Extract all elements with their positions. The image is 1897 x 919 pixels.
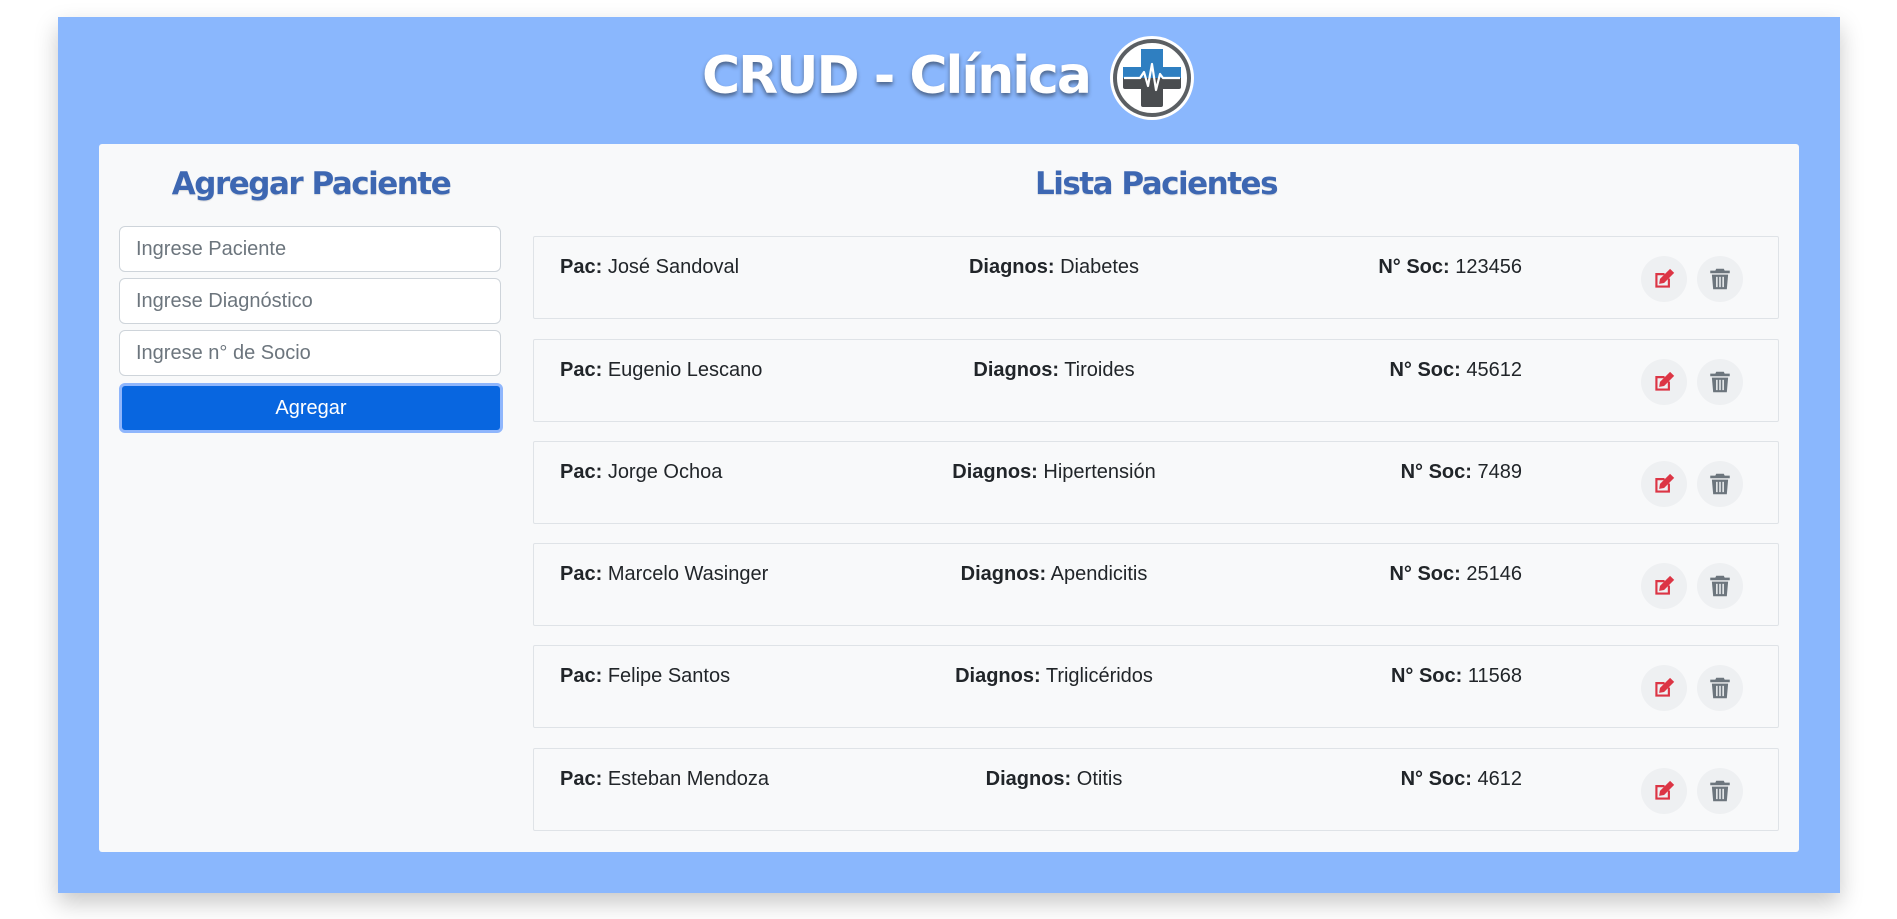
- patient-name: Jorge Ochoa: [607, 461, 723, 483]
- trash-icon: [1710, 575, 1730, 597]
- patient-input[interactable]: [119, 226, 501, 272]
- form-title: Agregar Paciente: [171, 166, 452, 202]
- edit-icon: [1655, 473, 1675, 493]
- member-number-cell: N° Soc: 4612: [1401, 768, 1522, 791]
- member-number: 7489: [1477, 461, 1523, 483]
- delete-button[interactable]: [1697, 461, 1743, 507]
- delete-button[interactable]: [1697, 256, 1743, 302]
- patient-name: José Sandoval: [607, 256, 740, 278]
- diagnosis-value: Tiroides: [1064, 359, 1135, 381]
- header: CRUD - Clínica: [58, 17, 1840, 144]
- edit-button[interactable]: [1641, 563, 1687, 609]
- diagnosis-cell: Diagnos: Diabetes: [969, 256, 1139, 279]
- edit-icon: [1655, 371, 1675, 391]
- trash-icon: [1710, 677, 1730, 699]
- patient-label: Pac:: [560, 768, 603, 790]
- diagnosis-cell: Diagnos: Otitis: [986, 768, 1123, 791]
- patient-label: Pac:: [560, 665, 603, 687]
- diagnosis-cell: Diagnos: Triglicéridos: [955, 665, 1153, 688]
- member-number: 123456: [1455, 256, 1522, 278]
- member-label: N° Soc:: [1378, 256, 1450, 278]
- member-number: 25146: [1466, 563, 1522, 585]
- edit-button[interactable]: [1641, 461, 1687, 507]
- patient-row: Pac: Esteban Mendoza Diagnos: Otitis N° …: [533, 748, 1779, 831]
- diagnosis-label: Diagnos:: [985, 768, 1072, 790]
- delete-button[interactable]: [1697, 665, 1743, 711]
- patient-label: Pac:: [560, 359, 603, 381]
- member-label: N° Soc:: [1389, 563, 1461, 585]
- member-number-cell: N° Soc: 123456: [1378, 256, 1522, 279]
- member-number-input[interactable]: [119, 330, 501, 376]
- patient-name-cell: Pac: Jorge Ochoa: [560, 461, 722, 484]
- trash-icon: [1710, 268, 1730, 290]
- member-number-cell: N° Soc: 45612: [1389, 359, 1522, 382]
- delete-button[interactable]: [1697, 563, 1743, 609]
- patient-row: Pac: Felipe Santos Diagnos: Triglicérido…: [533, 645, 1779, 728]
- patient-name-cell: Pac: Felipe Santos: [560, 665, 730, 688]
- patient-row: Pac: Jorge Ochoa Diagnos: Hipertensión N…: [533, 441, 1779, 524]
- diagnosis-label: Diagnos:: [973, 359, 1059, 381]
- edit-icon: [1655, 575, 1675, 595]
- member-number-cell: N° Soc: 11568: [1391, 665, 1522, 688]
- app-container: CRUD - Clínica Agregar Paciente Agregar …: [58, 17, 1840, 893]
- edit-button[interactable]: [1641, 256, 1687, 302]
- edit-button[interactable]: [1641, 768, 1687, 814]
- edit-icon: [1655, 677, 1675, 697]
- trash-icon: [1710, 371, 1730, 393]
- patient-row: Pac: José Sandoval Diagnos: Diabetes N° …: [533, 236, 1779, 319]
- patient-name: Felipe Santos: [607, 665, 731, 687]
- patient-name: Marcelo Wasinger: [607, 563, 769, 585]
- diagnosis-label: Diagnos:: [952, 461, 1038, 483]
- diagnosis-cell: Diagnos: Tiroides: [973, 359, 1134, 382]
- patient-label: Pac:: [560, 461, 603, 483]
- member-number: 4612: [1477, 768, 1523, 790]
- trash-icon: [1710, 780, 1730, 802]
- diagnosis-label: Diagnos:: [960, 563, 1047, 585]
- patient-row: Pac: Marcelo Wasinger Diagnos: Apendicit…: [533, 543, 1779, 626]
- member-number: 11568: [1467, 665, 1522, 687]
- member-number-cell: N° Soc: 7489: [1401, 461, 1522, 484]
- medical-cross-heartbeat-icon: [1109, 35, 1194, 120]
- member-label: N° Soc:: [1400, 461, 1472, 483]
- diagnosis-label: Diagnos:: [968, 256, 1055, 278]
- delete-button[interactable]: [1697, 768, 1743, 814]
- main-panel: Agregar Paciente Agregar Lista Pacientes…: [99, 144, 1799, 852]
- patient-label: Pac:: [560, 563, 603, 585]
- edit-icon: [1655, 268, 1675, 288]
- patient-name-cell: Pac: Eugenio Lescano: [560, 359, 762, 382]
- member-label: N° Soc:: [1389, 359, 1461, 381]
- patient-row: Pac: Eugenio Lescano Diagnos: Tiroides N…: [533, 339, 1779, 422]
- diagnosis-value: Hipertensión: [1043, 461, 1156, 483]
- diagnosis-value: Triglicéridos: [1045, 665, 1153, 687]
- patient-name-cell: Pac: Marcelo Wasinger: [560, 563, 768, 586]
- member-label: N° Soc:: [1390, 665, 1463, 687]
- patient-name-cell: Pac: Esteban Mendoza: [560, 768, 769, 791]
- diagnosis-input[interactable]: [119, 278, 501, 324]
- diagnosis-value: Diabetes: [1060, 256, 1140, 278]
- edit-button[interactable]: [1641, 665, 1687, 711]
- delete-button[interactable]: [1697, 359, 1743, 405]
- diagnosis-value: Apendicitis: [1050, 563, 1148, 585]
- diagnosis-cell: Diagnos: Apendicitis: [961, 563, 1148, 586]
- member-number: 45612: [1466, 359, 1522, 381]
- trash-icon: [1710, 473, 1730, 495]
- edit-icon: [1655, 780, 1675, 800]
- patient-label: Pac:: [560, 256, 603, 278]
- edit-button[interactable]: [1641, 359, 1687, 405]
- diagnosis-label: Diagnos:: [955, 665, 1041, 687]
- patient-name: Esteban Mendoza: [607, 768, 770, 790]
- member-label: N° Soc:: [1400, 768, 1472, 790]
- diagnosis-cell: Diagnos: Hipertensión: [952, 461, 1155, 484]
- list-title: Lista Pacientes: [1034, 166, 1279, 202]
- diagnosis-value: Otitis: [1076, 768, 1123, 790]
- add-button[interactable]: Agregar: [119, 383, 503, 433]
- member-number-cell: N° Soc: 25146: [1389, 563, 1522, 586]
- app-title: CRUD - Clínica: [702, 45, 1092, 106]
- patient-name-cell: Pac: José Sandoval: [560, 256, 739, 279]
- patient-name: Eugenio Lescano: [607, 359, 763, 381]
